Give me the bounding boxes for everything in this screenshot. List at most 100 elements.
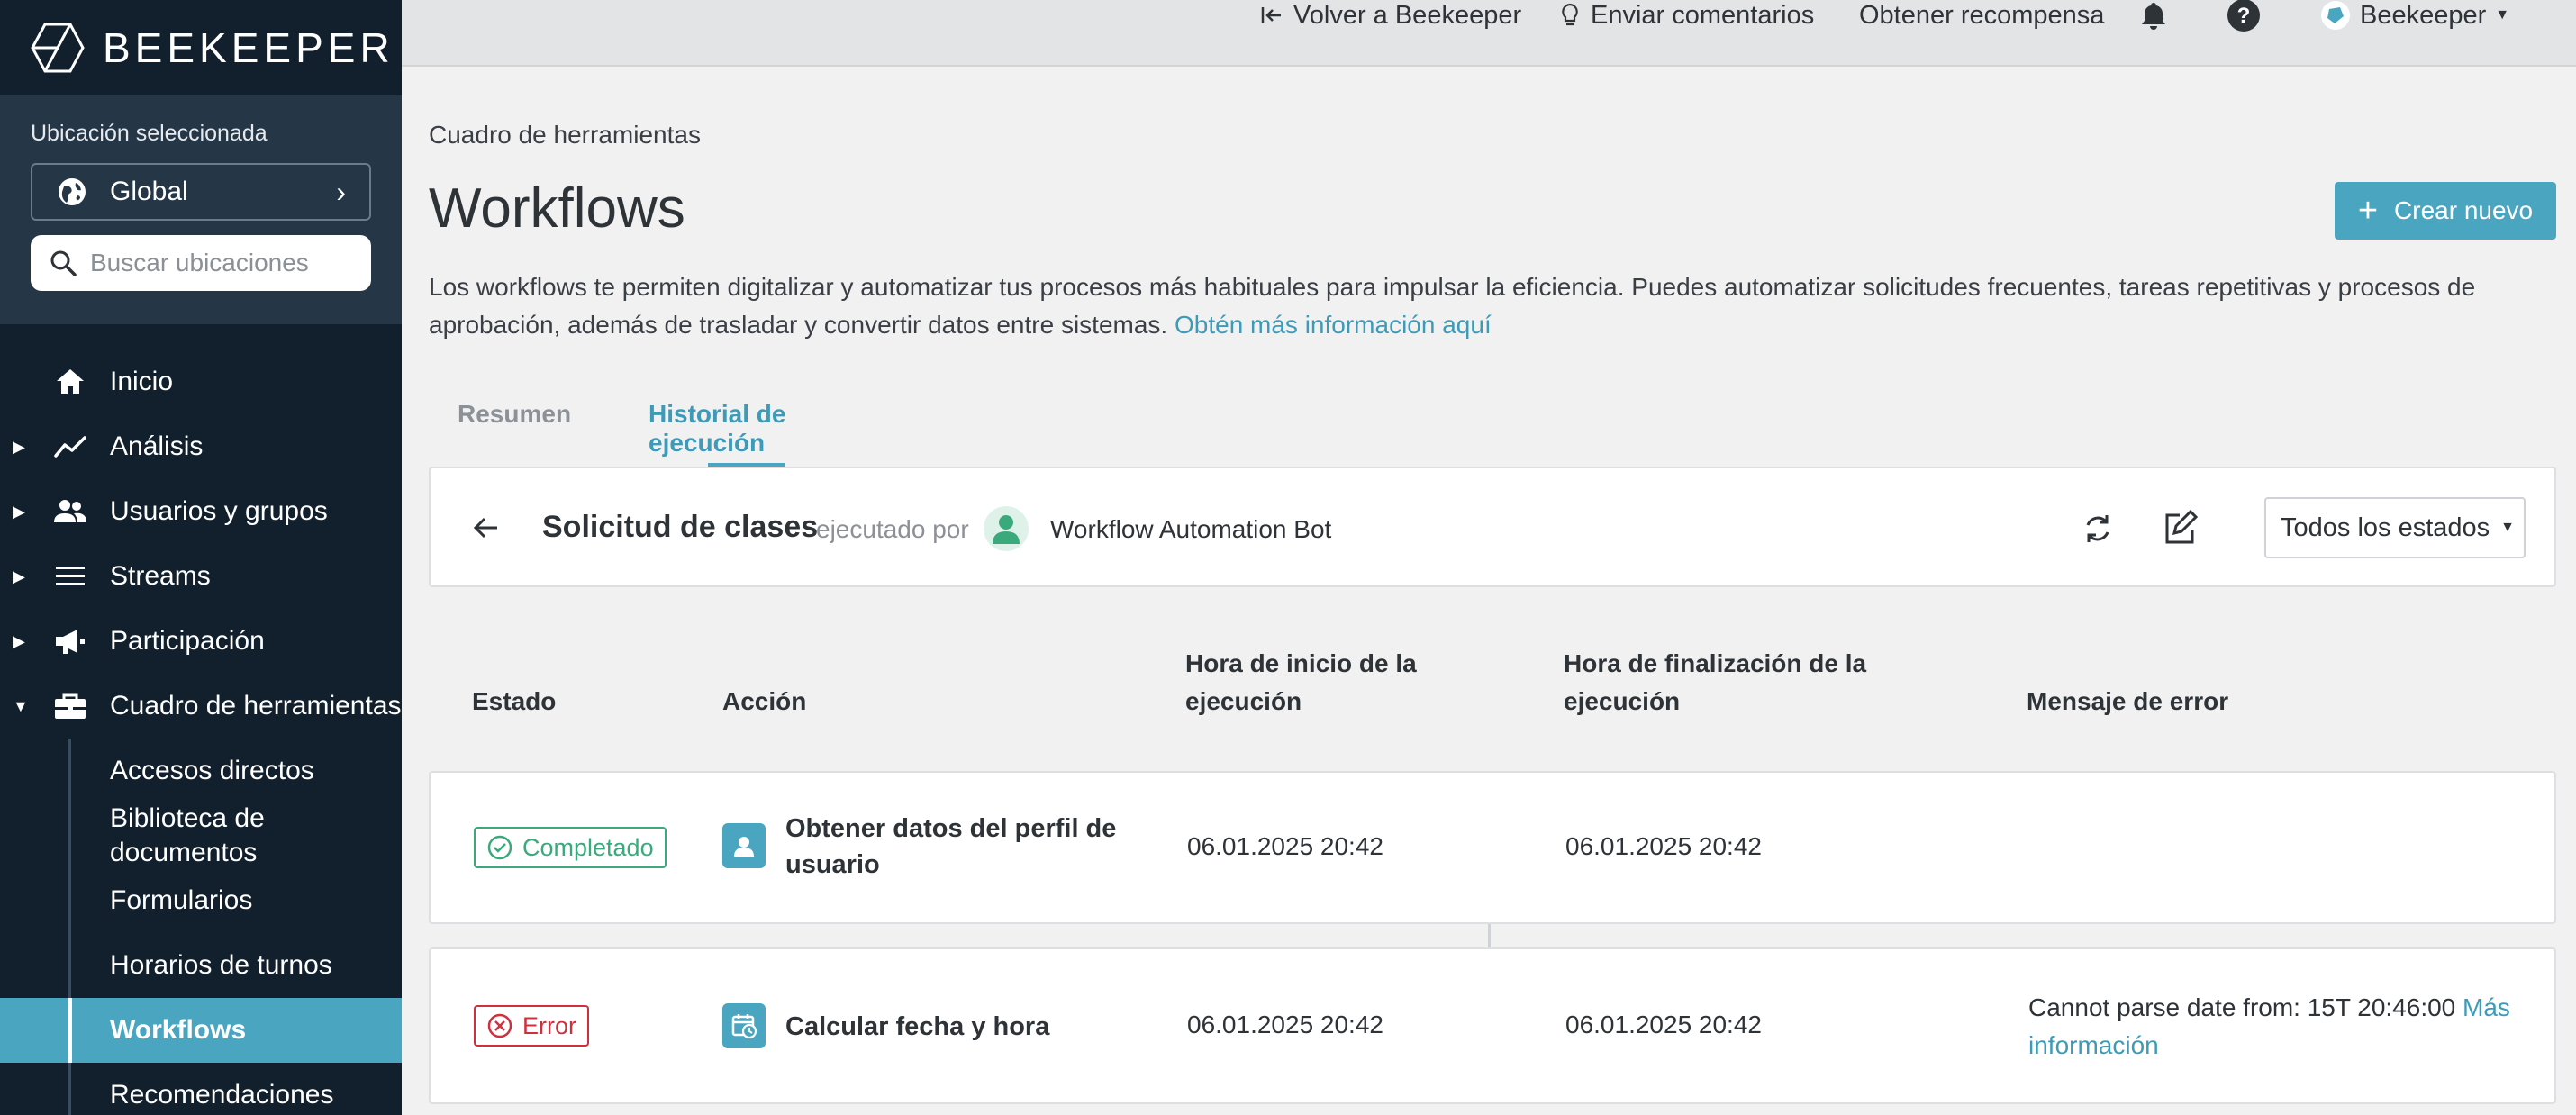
sidebar-subitem-biblioteca[interactable]: Biblioteca de documentos — [0, 803, 378, 868]
create-new-label: Crear nuevo — [2394, 196, 2534, 224]
globe-icon — [59, 178, 86, 205]
bot-avatar — [984, 506, 1029, 551]
column-header-finalizacion: Hora de finalización de la ejecución — [1564, 649, 1867, 715]
start-time: 06.01.2025 20:42 — [1187, 832, 1383, 860]
account-menu[interactable]: Beekeeper ▼ — [2320, 0, 2509, 31]
location-search-input[interactable] — [90, 249, 342, 277]
topbar: Volver a Beekeeper Enviar comentarios Ob… — [402, 0, 2576, 67]
sidebar-item-analisis[interactable]: ▶ Análisis — [0, 414, 402, 479]
send-feedback-link[interactable]: Enviar comentarios — [1558, 0, 1814, 31]
sidebar-item-participacion[interactable]: ▶ Participación — [0, 609, 402, 674]
user-avatar-icon — [993, 515, 1020, 544]
location-selector[interactable]: Global › — [31, 163, 371, 221]
account-avatar-icon — [2321, 1, 2350, 30]
caret-down-icon: ▼ — [2495, 7, 2510, 23]
caret-down-icon: ▼ — [2500, 520, 2515, 535]
account-name: Beekeeper — [2360, 0, 2487, 30]
megaphone-icon — [56, 630, 85, 654]
back-to-beekeeper-label: Volver a Beekeeper — [1293, 0, 1522, 30]
end-time: 06.01.2025 20:42 — [1565, 832, 1762, 860]
toolbox-icon — [55, 693, 86, 719]
table-row[interactable]: Completado Obtener datos del perfil de u… — [429, 771, 2556, 924]
users-icon — [54, 500, 86, 522]
help-icon: ? — [2227, 0, 2260, 32]
svg-text:?: ? — [2237, 4, 2251, 28]
location-search[interactable] — [31, 235, 371, 291]
table-row[interactable]: Error Calcular fecha y hora 06.01.2025 2… — [429, 947, 2556, 1104]
page-title: Workflows — [429, 177, 685, 240]
status-badge: Completado — [474, 827, 667, 868]
get-reward-link[interactable]: Obtener recompensa — [1859, 0, 2104, 31]
chevron-right-icon: › — [336, 175, 346, 208]
location-value: Global — [110, 177, 188, 206]
brand[interactable]: BEEKEEPER — [0, 0, 402, 95]
sidebar-item-label: Cuadro de herramientas — [110, 691, 402, 721]
sidebar-subitem-label: Formularios — [110, 885, 253, 915]
location-panel: Ubicación seleccionada Global › — [0, 95, 402, 324]
run-header: Solicitud de clases ejecutado por Workfl… — [429, 467, 2556, 587]
row-connector — [1488, 924, 1491, 947]
brand-name: BEEKEEPER — [103, 24, 395, 71]
check-circle-icon — [487, 835, 512, 860]
exit-left-icon — [1261, 7, 1281, 23]
breadcrumb[interactable]: Cuadro de herramientas — [429, 121, 701, 150]
error-text: Cannot parse date from: 15T 20:46:00 — [2028, 993, 2456, 1021]
sidebar-subitem-recomendaciones[interactable]: Recomendaciones — [0, 1063, 402, 1115]
status-filter-value: Todos los estados — [2281, 512, 2490, 542]
tab-historial-ejecucion[interactable]: Historial de ejecución — [649, 400, 789, 458]
tab-resumen[interactable]: Resumen — [458, 400, 571, 429]
back-to-beekeeper-link[interactable]: Volver a Beekeeper — [1259, 0, 1521, 31]
action-icon — [722, 1003, 766, 1048]
sidebar-item-streams[interactable]: ▶ Streams — [0, 544, 402, 609]
sidebar-item-label: Participación — [110, 626, 265, 656]
send-feedback-label: Enviar comentarios — [1591, 0, 1815, 30]
page-description: Los workflows te permiten digitalizar y … — [429, 268, 2563, 344]
help-button[interactable]: ? — [2227, 0, 2270, 32]
sidebar-subitem-formularios[interactable]: Formularios — [0, 868, 402, 933]
learn-more-link[interactable]: Obtén más información aquí — [1175, 311, 1492, 339]
caret-right-icon: ▶ — [13, 567, 25, 585]
column-header-error: Mensaje de error — [2027, 687, 2229, 715]
sidebar-item-inicio[interactable]: Inicio — [0, 349, 402, 414]
workflow-name: Solicitud de clases — [542, 510, 819, 544]
start-time: 06.01.2025 20:42 — [1187, 1011, 1383, 1038]
location-label: Ubicación seleccionada — [31, 121, 268, 146]
caret-right-icon: ▶ — [13, 502, 25, 521]
action-name: Calcular fecha y hora — [785, 1012, 1050, 1041]
action-icon — [722, 823, 766, 868]
search-icon — [50, 250, 77, 276]
caret-down-icon: ▼ — [13, 696, 29, 715]
sidebar-item-usuarios[interactable]: ▶ Usuarios y grupos — [0, 479, 402, 544]
sidebar-item-label: Análisis — [110, 431, 204, 461]
sidebar-subitem-label: Workflows — [110, 1015, 247, 1045]
sidebar-subitem-label: Biblioteca de documentos — [110, 803, 265, 867]
error-circle-icon — [487, 1013, 512, 1038]
table-header: Estado Acción Hora de inicio de la ejecu… — [429, 645, 2556, 735]
refresh-icon[interactable] — [2079, 510, 2117, 548]
arrow-left-icon[interactable] — [470, 512, 503, 544]
sidebar-item-cuadro-herramientas[interactable]: ▼ Cuadro de herramientas — [0, 674, 402, 739]
sidebar-subitem-accesos-directos[interactable]: Accesos directos — [0, 739, 402, 803]
sidebar-item-label: Inicio — [110, 367, 174, 396]
analytics-icon — [54, 436, 86, 458]
edit-icon[interactable] — [2160, 510, 2198, 548]
plus-icon: + — [2357, 191, 2379, 230]
sidebar-subitem-label: Horarios de turnos — [110, 950, 332, 980]
action-name: Obtener datos del perfil de usuario — [785, 814, 1117, 879]
executor-name: Workflow Automation Bot — [1050, 515, 1332, 543]
sidebar-nav: Inicio ▶ Análisis ▶ Usuarios y grupos ▶ — [0, 349, 402, 1115]
create-new-button[interactable]: + Crear nuevo — [2335, 182, 2556, 240]
column-header-accion: Acción — [722, 687, 807, 715]
sidebar-subitem-label: Recomendaciones — [110, 1080, 334, 1110]
status-label: Completado — [522, 833, 654, 861]
column-header-estado: Estado — [472, 687, 557, 715]
notifications-button[interactable] — [2138, 0, 2178, 31]
tabs: Resumen Historial de ejecución — [429, 394, 789, 468]
executed-by-label: ejecutado por — [816, 515, 969, 543]
status-filter-select[interactable]: Todos los estados ▼ — [2264, 497, 2526, 558]
sidebar-subitem-horarios[interactable]: Horarios de turnos — [0, 933, 402, 998]
sidebar-subitem-workflows[interactable]: Workflows — [0, 998, 402, 1063]
status-badge: Error — [474, 1005, 589, 1047]
bell-icon — [2142, 3, 2165, 30]
calendar-clock-icon — [731, 1014, 757, 1039]
